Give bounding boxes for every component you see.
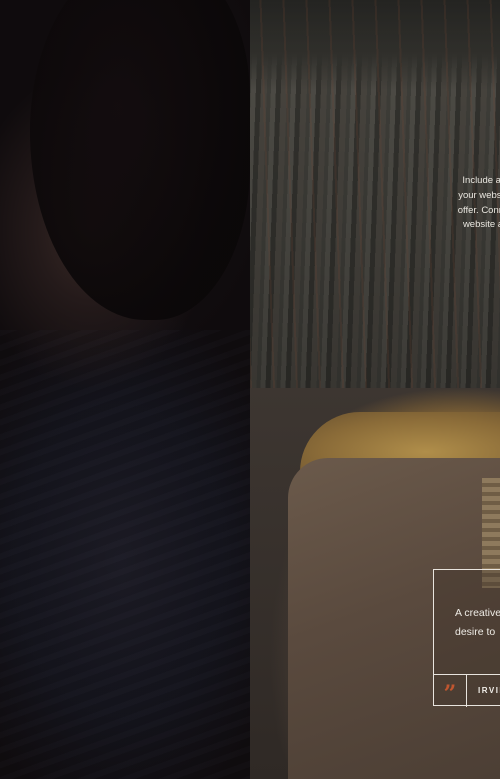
- portrait-jacket: [0, 330, 250, 779]
- testimonial-footer: ” IRVIN: [434, 674, 500, 708]
- testimonial-author: IRVIN: [478, 686, 500, 695]
- wood-background-image: Include a detaile your website. Intro of…: [250, 0, 500, 388]
- testimonial-quote: A creative desire to: [434, 604, 500, 641]
- testimonial-quote-line: A creative: [455, 607, 500, 619]
- testimonial-quote-line: desire to: [455, 625, 496, 638]
- about-line: website an esse: [462, 219, 500, 231]
- about-line: offer. Connect with: [457, 204, 500, 216]
- testimonial-card: A creative desire to ” IRVIN: [433, 569, 500, 708]
- about-line: Include a detaile: [462, 175, 500, 186]
- quote-mark-icon: ”: [434, 675, 467, 707]
- about-line: your website. Intro: [458, 189, 500, 201]
- about-text: Include a detaile your website. Intro of…: [422, 174, 500, 233]
- portrait-hair: [30, 0, 250, 320]
- portrait-image: [0, 0, 250, 779]
